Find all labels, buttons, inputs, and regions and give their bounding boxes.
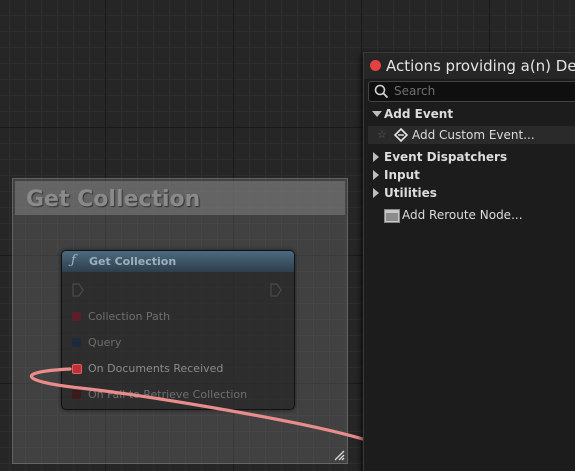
category-add-event[interactable]: Add Event [368, 105, 575, 123]
search-input[interactable] [394, 83, 574, 99]
blueprint-graph-canvas[interactable]: Get Collection ƒ Get Collection Collecti… [0, 0, 575, 471]
chevron-right-icon[interactable] [373, 188, 379, 198]
chevron-right-icon[interactable] [373, 152, 379, 162]
search-icon [374, 84, 389, 99]
reroute-node-icon [384, 209, 400, 223]
star-icon[interactable]: ☆ [377, 128, 387, 141]
menu-titlebar: Actions providing a(n) Dele [364, 53, 575, 79]
menu-item-label: Add Reroute Node... [402, 208, 523, 222]
category-event-dispatchers[interactable]: Event Dispatchers [368, 148, 575, 166]
category-label: Event Dispatchers [384, 150, 508, 164]
menu-item-label: Add Custom Event... [412, 128, 535, 142]
chevron-down-icon[interactable] [372, 111, 382, 117]
category-input[interactable]: Input [368, 166, 575, 184]
category-label: Utilities [384, 186, 437, 200]
custom-event-icon [394, 128, 408, 142]
menu-item-add-custom-event[interactable]: ☆ Add Custom Event... [368, 126, 575, 144]
category-label: Input [384, 168, 420, 182]
category-label: Add Event [384, 107, 454, 121]
actions-context-menu[interactable]: Actions providing a(n) Dele Add Event ☆ … [363, 52, 575, 471]
menu-title: Actions providing a(n) Dele [386, 57, 575, 75]
record-icon [370, 60, 381, 71]
chevron-right-icon[interactable] [373, 170, 379, 180]
menu-item-add-reroute-node[interactable]: Add Reroute Node... [368, 206, 575, 224]
category-utilities[interactable]: Utilities [368, 184, 575, 202]
search-box[interactable] [368, 81, 575, 102]
